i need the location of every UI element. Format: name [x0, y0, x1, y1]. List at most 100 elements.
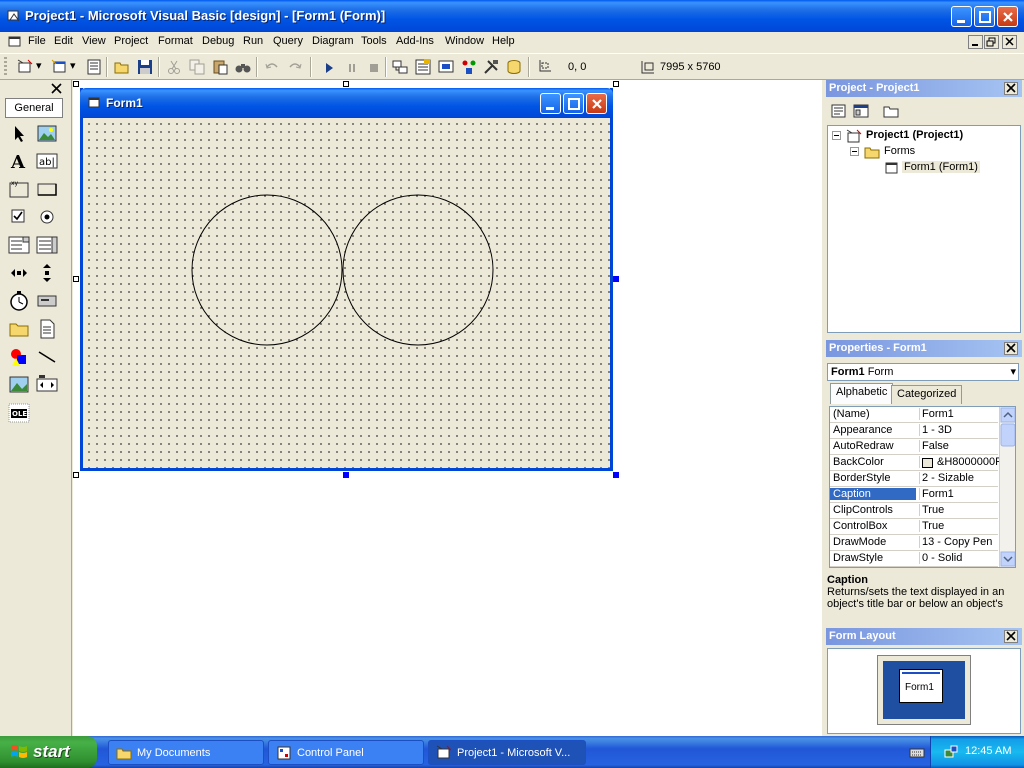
- save-icon[interactable]: [136, 58, 154, 76]
- form-layout-icon[interactable]: [437, 58, 455, 76]
- add-form-icon[interactable]: [50, 58, 68, 76]
- property-row[interactable]: BorderStyle 2 - Sizable: [830, 471, 998, 487]
- toolbar-grip[interactable]: [4, 57, 7, 77]
- menu-debug[interactable]: Debug: [202, 35, 234, 47]
- mdi-minimize-button[interactable]: [968, 35, 983, 49]
- hscrollbar-tool-icon[interactable]: [8, 262, 30, 284]
- redo-icon[interactable]: [286, 58, 304, 76]
- maximize-button[interactable]: [974, 6, 995, 27]
- ole-tool-icon[interactable]: OLE: [8, 402, 30, 424]
- minimize-button[interactable]: [951, 6, 972, 27]
- property-row[interactable]: (Name) Form1: [830, 407, 998, 423]
- toolbox-icon[interactable]: [482, 58, 500, 76]
- menu-help[interactable]: Help: [492, 35, 515, 47]
- view-object-icon[interactable]: [852, 102, 870, 120]
- toolbox-close-icon[interactable]: [50, 82, 63, 95]
- menu-edit[interactable]: Edit: [54, 35, 73, 47]
- menu-add-ins[interactable]: Add-Ins: [396, 35, 434, 47]
- object-selector-combo[interactable]: Form1 Form ▾: [827, 363, 1019, 381]
- run-start-icon[interactable]: [320, 58, 338, 76]
- timer-tool-icon[interactable]: [8, 290, 30, 312]
- property-value[interactable]: 0 - Solid: [919, 552, 999, 564]
- find-icon[interactable]: [234, 58, 252, 76]
- menu-tools[interactable]: Tools: [361, 35, 387, 47]
- form1-title-bar[interactable]: Form1: [80, 88, 613, 118]
- property-row[interactable]: Appearance 1 - 3D: [830, 423, 998, 439]
- title-bar[interactable]: Project1 - Microsoft Visual Basic [desig…: [0, 0, 1024, 32]
- form1-maximize-button[interactable]: [563, 93, 584, 114]
- tree-form1-item[interactable]: Form1 (Form1): [902, 161, 980, 173]
- property-row-selected[interactable]: Caption Form1: [830, 487, 998, 503]
- tab-alphabetic[interactable]: Alphabetic: [830, 383, 894, 404]
- form1-minimize-button[interactable]: [540, 93, 561, 114]
- sizing-handle-bottom[interactable]: [343, 472, 349, 478]
- menu-run[interactable]: Run: [243, 35, 263, 47]
- image-tool-icon[interactable]: [8, 374, 30, 396]
- dropdown-arrow-icon[interactable]: ▾: [70, 59, 76, 72]
- cut-icon[interactable]: [165, 58, 183, 76]
- property-value[interactable]: Form1: [919, 488, 999, 500]
- picturebox-tool-icon[interactable]: [36, 123, 58, 145]
- commandbutton-tool-icon[interactable]: [36, 178, 58, 200]
- property-value[interactable]: 13 - Copy Pen: [919, 536, 999, 548]
- menu-file[interactable]: File: [28, 35, 46, 47]
- form-layout-close-button[interactable]: [1004, 630, 1018, 643]
- form-system-menu-icon[interactable]: [8, 35, 22, 49]
- clock[interactable]: 12:45 AM: [965, 745, 1011, 757]
- close-button[interactable]: [997, 6, 1018, 27]
- property-row[interactable]: DrawStyle 0 - Solid: [830, 551, 998, 567]
- mdi-close-button[interactable]: [1002, 35, 1017, 49]
- circle-shape-right[interactable]: [342, 194, 494, 346]
- menu-format[interactable]: Format: [158, 35, 193, 47]
- property-value[interactable]: &H8000000F: [919, 456, 999, 468]
- stop-icon[interactable]: [365, 58, 383, 76]
- drivelistbox-tool-icon[interactable]: [36, 290, 58, 312]
- open-folder-icon[interactable]: [113, 58, 131, 76]
- frame-tool-icon[interactable]: xy: [8, 178, 30, 200]
- property-value[interactable]: Form1: [919, 408, 999, 420]
- sizing-handle-right[interactable]: [613, 276, 619, 282]
- paste-icon[interactable]: [211, 58, 229, 76]
- tree-collapse-icon[interactable]: [850, 147, 859, 159]
- circle-shape-left[interactable]: [191, 194, 343, 346]
- add-project-icon[interactable]: [16, 58, 34, 76]
- toggle-folders-icon[interactable]: [882, 102, 900, 120]
- taskbar-item-my-documents[interactable]: My Documents: [108, 740, 264, 765]
- properties-scrollbar[interactable]: [999, 407, 1015, 567]
- undo-icon[interactable]: [263, 58, 281, 76]
- form1-close-button[interactable]: [586, 93, 607, 114]
- keyboard-icon[interactable]: [909, 744, 925, 763]
- property-value[interactable]: True: [919, 504, 999, 516]
- property-row[interactable]: BackColor &H8000000F: [830, 455, 999, 471]
- chevron-down-icon[interactable]: ▾: [1010, 364, 1016, 380]
- properties-close-button[interactable]: [1004, 342, 1018, 355]
- shape-tool-icon[interactable]: [8, 346, 30, 368]
- copy-icon[interactable]: [188, 58, 206, 76]
- listbox-tool-icon[interactable]: [36, 234, 58, 256]
- taskbar-item-visual-basic[interactable]: Project1 - Microsoft V...: [428, 740, 586, 765]
- pointer-tool-icon[interactable]: [8, 123, 30, 145]
- network-icon[interactable]: [943, 744, 959, 763]
- property-value[interactable]: True: [919, 520, 999, 532]
- menu-project[interactable]: Project: [114, 35, 148, 47]
- data-view-icon[interactable]: [505, 58, 523, 76]
- menu-query[interactable]: Query: [273, 35, 303, 47]
- menu-editor-icon[interactable]: [85, 58, 103, 76]
- menu-diagram[interactable]: Diagram: [312, 35, 354, 47]
- property-row[interactable]: AutoRedraw False: [830, 439, 998, 455]
- vscrollbar-tool-icon[interactable]: [36, 262, 58, 284]
- vb-app-icon[interactable]: [6, 8, 22, 24]
- property-row[interactable]: ControlBox True: [830, 519, 998, 535]
- property-row[interactable]: ClipControls True: [830, 503, 998, 519]
- line-tool-icon[interactable]: [36, 346, 58, 368]
- checkbox-tool-icon[interactable]: [8, 206, 30, 228]
- menu-view[interactable]: View: [82, 35, 106, 47]
- property-value[interactable]: False: [919, 440, 999, 452]
- pause-icon[interactable]: [343, 58, 361, 76]
- form1-client-area[interactable]: [83, 118, 610, 468]
- form1-designer-window[interactable]: Form1: [80, 88, 613, 471]
- filelistbox-tool-icon[interactable]: [36, 318, 58, 340]
- tree-collapse-icon[interactable]: [832, 131, 841, 143]
- tab-categorized[interactable]: Categorized: [891, 385, 963, 404]
- form1-preview[interactable]: Form1: [899, 669, 943, 703]
